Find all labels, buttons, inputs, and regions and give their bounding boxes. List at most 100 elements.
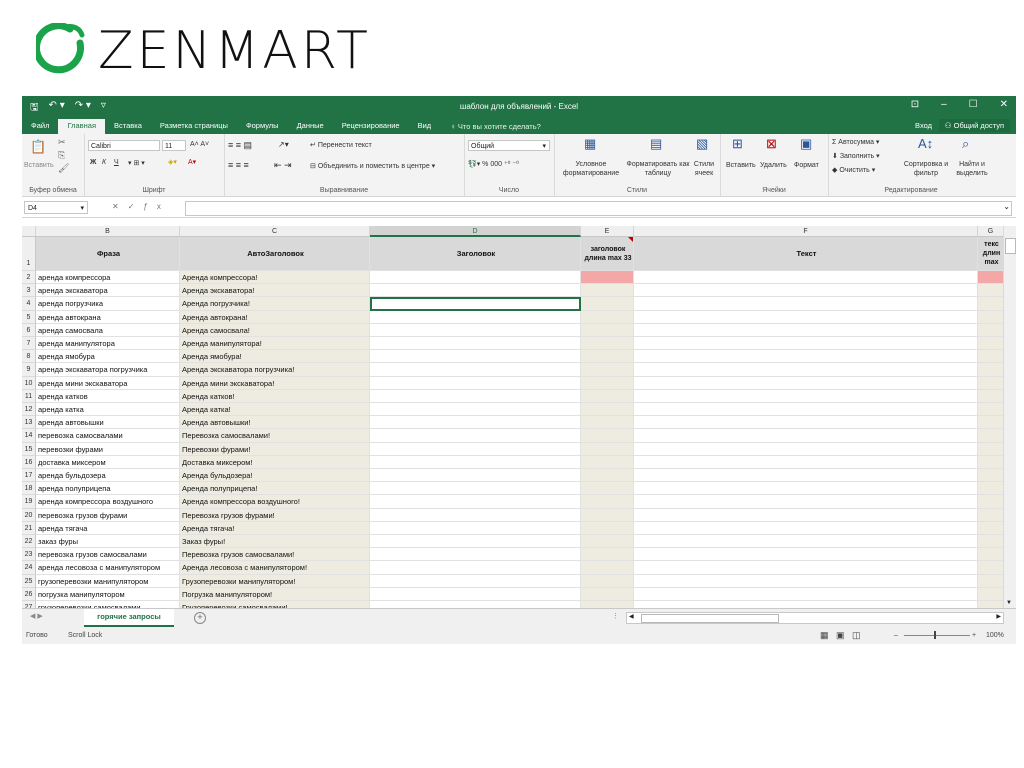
cell-phrase[interactable]: аренда автовышки bbox=[36, 416, 180, 430]
bold-button[interactable]: Ж bbox=[90, 159, 96, 166]
cell-title[interactable] bbox=[370, 350, 581, 364]
paste-button[interactable]: Вставить bbox=[24, 162, 54, 169]
header-autotitle[interactable]: АвтоЗаголовок bbox=[180, 237, 370, 271]
cell-title[interactable] bbox=[370, 535, 581, 549]
cell-text-length[interactable] bbox=[978, 337, 1004, 351]
cell-autotitle[interactable]: Аренда катков! bbox=[180, 389, 370, 403]
cell-text[interactable] bbox=[634, 323, 978, 337]
cell-text[interactable] bbox=[634, 521, 978, 535]
cell-autotitle[interactable]: Аренда экскаватора погрузчика! bbox=[180, 363, 370, 377]
font-size-box[interactable]: 11 bbox=[162, 140, 186, 151]
cell-title[interactable] bbox=[370, 508, 581, 522]
zoom-slider-thumb[interactable] bbox=[934, 631, 936, 639]
row-header[interactable]: 9 bbox=[22, 363, 36, 377]
cell-text-length[interactable] bbox=[978, 548, 1004, 562]
cell-autotitle[interactable]: Аренда бульдозера! bbox=[180, 469, 370, 483]
cell-phrase[interactable]: аренда полуприцепа bbox=[36, 482, 180, 496]
cell-title[interactable] bbox=[370, 323, 581, 337]
row-header[interactable]: 13 bbox=[22, 416, 36, 430]
cell-phrase[interactable]: аренда компрессора bbox=[36, 271, 180, 285]
sort-filter-button[interactable]: Сортировка и фильтр bbox=[898, 160, 954, 178]
cell-text[interactable] bbox=[634, 350, 978, 364]
cell-autotitle[interactable]: Доставка миксером! bbox=[180, 455, 370, 469]
cell-title-length[interactable] bbox=[581, 508, 634, 522]
maximize-icon[interactable]: ☐ bbox=[969, 99, 978, 110]
wrap-text-button[interactable]: ↵ Перенести текст bbox=[310, 141, 372, 149]
cell-text-length[interactable] bbox=[978, 310, 1004, 324]
cell-title[interactable] bbox=[370, 455, 581, 469]
cell-autotitle[interactable]: Заказ фуры! bbox=[180, 535, 370, 549]
cell-title[interactable] bbox=[370, 482, 581, 496]
cell-title[interactable] bbox=[370, 561, 581, 575]
add-sheet-icon[interactable]: + bbox=[194, 612, 206, 624]
cell-text-length[interactable] bbox=[978, 403, 1004, 417]
cell-title-length[interactable] bbox=[581, 284, 634, 298]
cell-autotitle[interactable]: Перевозки фурами! bbox=[180, 442, 370, 456]
top-align-icon[interactable]: ≡ ≡ ▤ bbox=[228, 140, 252, 151]
orientation-icon[interactable]: ↗▾ bbox=[278, 140, 289, 149]
header-text[interactable]: Текст bbox=[634, 237, 978, 271]
header-text-length[interactable]: текс длин max bbox=[978, 237, 1004, 271]
cell-text[interactable] bbox=[634, 561, 978, 575]
cell-title-length[interactable] bbox=[581, 561, 634, 575]
cell-text-length[interactable] bbox=[978, 323, 1004, 337]
grow-font-icon[interactable]: A˄ A˅ bbox=[190, 141, 209, 148]
header-phrase[interactable]: Фраза bbox=[36, 237, 180, 271]
cell-title[interactable] bbox=[370, 442, 581, 456]
tab-insert[interactable]: Вставка bbox=[105, 119, 151, 134]
cell-phrase[interactable]: аренда лесовоза с манипулятором bbox=[36, 561, 180, 575]
cell-title[interactable] bbox=[370, 416, 581, 430]
row-header[interactable]: 25 bbox=[22, 574, 36, 588]
indent-icon[interactable]: ⇤ ⇥ bbox=[274, 160, 292, 171]
cell-text[interactable] bbox=[634, 376, 978, 390]
left-align-icon[interactable]: ≡ ≡ ≡ bbox=[228, 160, 249, 170]
cell-title-length[interactable] bbox=[581, 403, 634, 417]
row-header[interactable]: 21 bbox=[22, 521, 36, 535]
cell-phrase[interactable]: аренда манипулятора bbox=[36, 337, 180, 351]
cell-autotitle[interactable]: Аренда экскаватора! bbox=[180, 284, 370, 298]
cell-text[interactable] bbox=[634, 337, 978, 351]
font-color-icon[interactable]: A▾ bbox=[188, 158, 196, 166]
scroll-left-icon[interactable]: ◀ bbox=[629, 613, 634, 620]
share-button[interactable]: ⚇ Общий доступ bbox=[938, 119, 1010, 132]
cell-title-length[interactable] bbox=[581, 310, 634, 324]
cell-phrase[interactable]: аренда бульдозера bbox=[36, 469, 180, 483]
row-header[interactable]: 11 bbox=[22, 389, 36, 403]
cell-text-length[interactable] bbox=[978, 442, 1004, 456]
fill-button[interactable]: ⬇ Заполнить ▾ bbox=[832, 152, 880, 160]
cell-title-length[interactable] bbox=[581, 429, 634, 443]
cell-text-length[interactable] bbox=[978, 561, 1004, 575]
row-header[interactable]: 19 bbox=[22, 495, 36, 509]
column-header-d[interactable]: D bbox=[370, 226, 581, 237]
cell-text[interactable] bbox=[634, 442, 978, 456]
cell-text[interactable] bbox=[634, 548, 978, 562]
underline-button[interactable]: Ч bbox=[114, 159, 119, 166]
header-title[interactable]: Заголовок bbox=[370, 237, 581, 271]
column-header-c[interactable]: C bbox=[180, 226, 370, 237]
cell-title-length[interactable] bbox=[581, 482, 634, 496]
cell-text[interactable] bbox=[634, 495, 978, 509]
cell-title-length[interactable] bbox=[581, 376, 634, 390]
cell-phrase[interactable]: аренда мини экскаватора bbox=[36, 376, 180, 390]
row-header[interactable]: 24 bbox=[22, 561, 36, 575]
cell-phrase[interactable]: аренда автокрана bbox=[36, 310, 180, 324]
cell-text[interactable] bbox=[634, 363, 978, 377]
cell-text-length[interactable] bbox=[978, 284, 1004, 298]
cell-title-length[interactable] bbox=[581, 297, 634, 311]
horizontal-scrollbar[interactable]: ◀ ▶ bbox=[626, 612, 1004, 624]
cell-autotitle[interactable]: Аренда компрессора! bbox=[180, 271, 370, 285]
format-painter-icon[interactable]: 🖌 bbox=[58, 164, 69, 173]
row-header[interactable]: 5 bbox=[22, 310, 36, 324]
cell-text[interactable] bbox=[634, 508, 978, 522]
cell-title[interactable] bbox=[370, 521, 581, 535]
tab-data[interactable]: Данные bbox=[288, 119, 333, 134]
number-format-box[interactable]: Общий ▾ bbox=[468, 140, 550, 151]
zoom-slider[interactable] bbox=[904, 635, 970, 636]
fill-color-icon[interactable]: ◈▾ bbox=[168, 158, 177, 166]
column-header-f[interactable]: F bbox=[634, 226, 978, 237]
cell-title-length[interactable] bbox=[581, 389, 634, 403]
ribbon-display-icon[interactable]: ⊡ bbox=[911, 99, 919, 110]
cell-text-length[interactable] bbox=[978, 535, 1004, 549]
cell-phrase[interactable]: грузоперевозки манипулятором bbox=[36, 574, 180, 588]
cell-title-length[interactable] bbox=[581, 363, 634, 377]
